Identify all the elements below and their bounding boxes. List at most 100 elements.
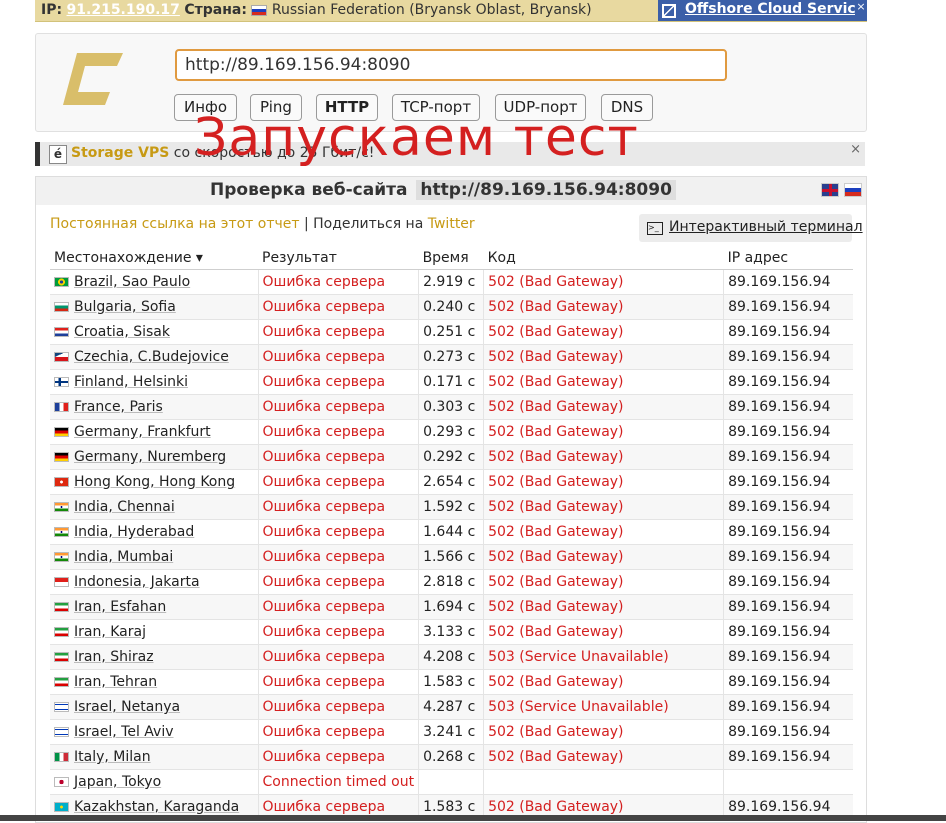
table-row: Bulgaria, Sofia Ошибка сервера 0.240 с 502 … [50, 294, 853, 320]
ip-cell: 89.169.156.94 [723, 319, 853, 345]
country-flag-icon [54, 402, 69, 412]
result-cell: Ошибка сервера [258, 669, 420, 695]
result-cell: Ошибка сервера [258, 369, 420, 395]
table-header-row: Местонахождение ▾ Результат Время Код IP… [50, 247, 853, 270]
ip-cell: 89.169.156.94 [723, 344, 853, 370]
ip-info-text: IP: 91.215.190.17 Страна: Russian Federa… [41, 2, 592, 18]
result-cell: Ошибка сервера [258, 419, 420, 445]
code-cell: 502 (Bad Gateway) [483, 569, 725, 595]
location-link[interactable]: India, Hyderabad [74, 524, 194, 540]
time-cell: 1.566 с [418, 544, 485, 570]
location-link[interactable]: Hong Kong, Hong Kong [74, 474, 235, 490]
ip-cell: 89.169.156.94 [723, 719, 853, 745]
terminal-icon: >_ [647, 222, 663, 235]
column-location[interactable]: Местонахождение ▾ [50, 247, 258, 270]
time-cell: 0.251 с [418, 319, 485, 345]
country-flag-icon [54, 552, 69, 562]
location-link[interactable]: Israel, Tel Aviv [74, 724, 174, 740]
location-link[interactable]: Iran, Shiraz [74, 649, 154, 665]
result-cell: Ошибка сервера [258, 719, 420, 745]
close-icon[interactable]: × [850, 142, 861, 157]
location-cell: Hong Kong, Hong Kong [50, 469, 259, 495]
country-flag-icon [54, 577, 69, 587]
country-flag-icon [54, 452, 69, 462]
country-flag-icon [54, 377, 69, 387]
result-cell: Ошибка сервера [258, 469, 420, 495]
bottom-scrollbar[interactable] [0, 815, 946, 821]
time-cell: 0.268 с [418, 744, 485, 770]
english-flag-icon[interactable] [821, 183, 839, 197]
code-cell: 502 (Bad Gateway) [483, 619, 725, 645]
location-link[interactable]: Israel, Netanya [74, 699, 180, 715]
code-cell: 502 (Bad Gateway) [483, 294, 725, 320]
result-cell: Ошибка сервера [258, 644, 420, 670]
location-link[interactable]: Czechia, C.Budejovice [74, 349, 229, 365]
location-link[interactable]: Brazil, Sao Paulo [74, 274, 190, 290]
result-cell: Ошибка сервера [258, 569, 420, 595]
location-link[interactable]: Finland, Helsinki [74, 374, 188, 390]
location-link[interactable]: Iran, Tehran [74, 674, 157, 690]
result-cell: Ошибка сервера [258, 394, 420, 420]
vps-brand[interactable]: Storage VPS [71, 145, 169, 161]
location-link[interactable]: Iran, Esfahan [74, 599, 166, 615]
ip-cell: 89.169.156.94 [723, 444, 853, 470]
url-input[interactable] [175, 49, 727, 81]
location-link[interactable]: India, Mumbai [74, 549, 173, 565]
offshore-link[interactable]: Offshore Cloud Services [685, 1, 874, 17]
location-link[interactable]: Iran, Karaj [74, 624, 146, 640]
location-link[interactable]: Kazakhstan, Karaganda [74, 799, 239, 815]
location-link[interactable]: Italy, Milan [74, 749, 151, 765]
close-icon[interactable]: × [855, 0, 867, 21]
result-cell: Ошибка сервера [258, 694, 420, 720]
twitter-link[interactable]: Twitter [428, 216, 475, 232]
country-flag-icon [54, 777, 69, 787]
location-link[interactable]: Germany, Nuremberg [74, 449, 226, 465]
code-cell: 502 (Bad Gateway) [483, 444, 725, 470]
code-cell: 502 (Bad Gateway) [483, 669, 725, 695]
country-label: Страна: [184, 2, 247, 18]
site-logo-icon[interactable] [63, 53, 123, 105]
country-flag-icon [54, 477, 69, 487]
result-url: http://89.169.156.94:8090 [416, 180, 676, 200]
location-link[interactable]: Bulgaria, Sofia [74, 299, 176, 315]
time-cell: 3.241 с [418, 719, 485, 745]
time-cell: 2.654 с [418, 469, 485, 495]
location-link[interactable]: Croatia, Sisak [74, 324, 170, 340]
ip-cell: 89.169.156.94 [723, 619, 853, 645]
ip-link[interactable]: 91.215.190.17 [67, 2, 180, 18]
ip-cell: 89.169.156.94 [723, 269, 853, 295]
location-link[interactable]: Indonesia, Jakarta [74, 574, 200, 590]
table-row: Iran, Shiraz Ошибка сервера 4.208 с 503 (Se… [50, 644, 853, 670]
location-cell: Czechia, C.Budejovice [50, 344, 259, 370]
location-link[interactable]: France, Paris [74, 399, 163, 415]
country-flag-icon [54, 802, 69, 812]
russian-flag-icon[interactable] [844, 183, 862, 197]
interactive-terminal-button[interactable]: >_ Интерактивный терминал [639, 214, 863, 242]
country-flag-icon [54, 427, 69, 437]
location-link[interactable]: India, Chennai [74, 499, 175, 515]
permalink-link[interactable]: Постоянная ссылка на этот отчет [50, 216, 300, 232]
table-row: Iran, Esfahan Ошибка сервера 1.694 с 502 (B… [50, 594, 853, 620]
location-cell: Iran, Tehran [50, 669, 259, 695]
country-flag-icon [54, 277, 69, 287]
code-cell: 502 (Bad Gateway) [483, 344, 725, 370]
time-cell: 0.292 с [418, 444, 485, 470]
table-row: Germany, Frankfurt Ошибка сервера 0.293 с5… [50, 419, 853, 445]
table-row: Iran, Karaj Ошибка сервера 3.133 с 502 (Bad… [50, 619, 853, 645]
offshore-cloud-ad[interactable]: Offshore Cloud Services [658, 0, 874, 21]
location-cell: India, Mumbai [50, 544, 259, 570]
column-code: Код [483, 247, 724, 270]
table-row: India, Chennai Ошибка сервера 1.592 с 502 (… [50, 494, 853, 520]
code-cell: 502 (Bad Gateway) [483, 419, 725, 445]
table-row: France, Paris Ошибка сервера 0.303 с 502 (B… [50, 394, 853, 420]
location-link[interactable]: Germany, Frankfurt [74, 424, 211, 440]
code-cell: 502 (Bad Gateway) [483, 319, 725, 345]
location-link[interactable]: Japan, Tokyo [74, 774, 161, 790]
banner-accent-bar [35, 142, 40, 166]
results-table: Местонахождение ▾ Результат Время Код IP… [50, 247, 853, 820]
result-card: Проверка веб-сайта http://89.169.156.94:… [35, 176, 867, 823]
result-cell: Ошибка сервера [258, 519, 420, 545]
code-cell: 502 (Bad Gateway) [483, 719, 725, 745]
table-row: Japan, Tokyo Connection timed out [50, 769, 853, 795]
result-cell: Ошибка сервера [258, 319, 420, 345]
